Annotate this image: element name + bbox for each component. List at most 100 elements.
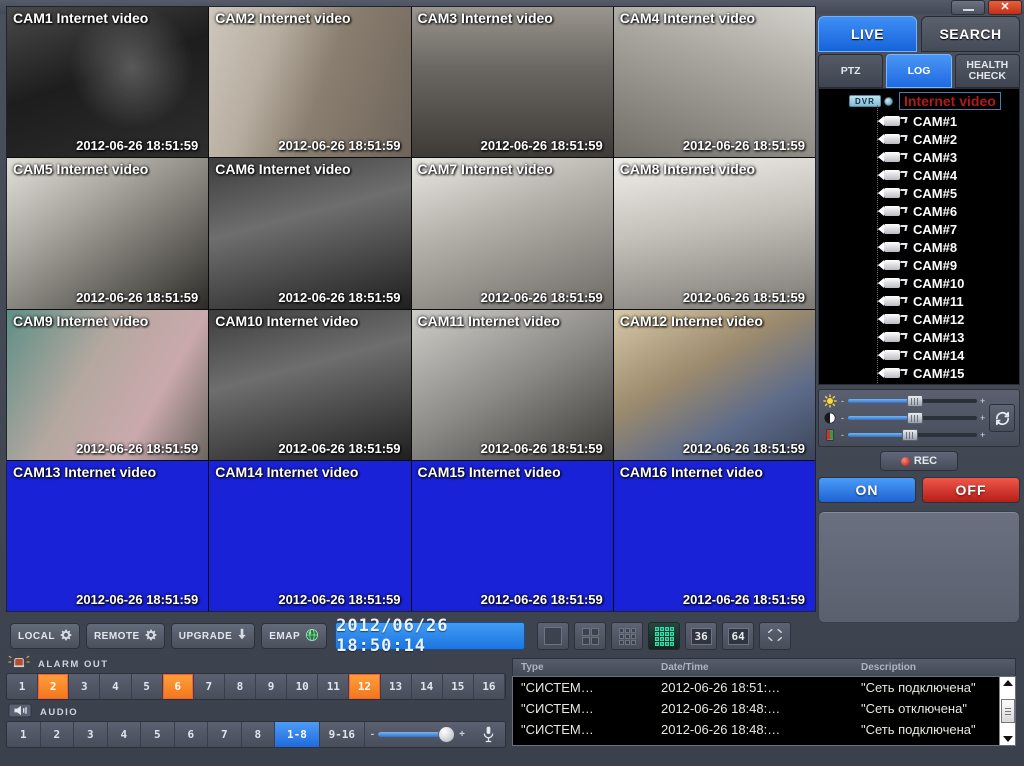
camera-tree-item[interactable]: CAM#15 xyxy=(819,364,1019,382)
audio-channel-7[interactable]: 7 xyxy=(208,722,242,747)
volume-control[interactable]: - + xyxy=(364,722,471,747)
alarm-channel-9[interactable]: 9 xyxy=(256,674,288,699)
minimize-button[interactable] xyxy=(951,0,985,15)
audio-channel-3[interactable]: 3 xyxy=(74,722,108,747)
alarm-channel-15[interactable]: 15 xyxy=(442,674,474,699)
video-cell[interactable]: CAM16 Internet video 2012-06-26 18:51:59 xyxy=(613,460,815,611)
camera-tree-item[interactable]: CAM#16 xyxy=(819,382,1019,385)
alarm-channel-14[interactable]: 14 xyxy=(411,674,443,699)
slider-contrast[interactable]: - + xyxy=(823,410,985,426)
subtab-log[interactable]: LOG xyxy=(886,54,952,88)
video-cell[interactable]: CAM12 Internet video 2012-06-26 18:51:59 xyxy=(613,309,815,460)
video-cell[interactable]: CAM5 Internet video 2012-06-26 18:51:59 xyxy=(7,158,209,309)
video-cell[interactable]: CAM3 Internet video 2012-06-26 18:51:59 xyxy=(411,7,613,158)
speaker-icon[interactable] xyxy=(8,703,32,723)
slider-knob[interactable] xyxy=(901,428,918,441)
slider-track[interactable] xyxy=(848,428,977,441)
on-button[interactable]: ON xyxy=(818,477,916,503)
camera-tree-item[interactable]: CAM#13 xyxy=(819,328,1019,346)
log-column-date[interactable]: Date/Time xyxy=(653,662,853,673)
video-cell[interactable]: CAM4 Internet video 2012-06-26 18:51:59 xyxy=(613,7,815,158)
layout-4-button[interactable] xyxy=(574,622,607,650)
volume-knob[interactable] xyxy=(438,726,456,743)
alarm-channel-13[interactable]: 13 xyxy=(380,674,412,699)
audio-channel-4[interactable]: 4 xyxy=(107,722,141,747)
slider-track[interactable] xyxy=(848,411,977,424)
layout-64-button[interactable]: 64 xyxy=(722,622,755,650)
video-cell[interactable]: CAM13 Internet video 2012-06-26 18:51:59 xyxy=(7,460,209,611)
slider-minus[interactable]: - xyxy=(840,430,845,440)
rec-button[interactable]: REC xyxy=(880,451,958,471)
slider-knob[interactable] xyxy=(907,395,924,408)
layout-fullscreen-button[interactable] xyxy=(759,622,792,650)
dvr-node[interactable]: DVR xyxy=(849,95,893,107)
layout-1-button[interactable] xyxy=(537,622,570,650)
camera-tree[interactable]: DVR Internet video CAM#1 CAM#2 CAM#3 CAM#4 C… xyxy=(818,88,1020,385)
video-cell[interactable]: CAM2 Internet video 2012-06-26 18:51:59 xyxy=(209,7,411,158)
ptz-placeholder-panel[interactable] xyxy=(818,511,1020,623)
emap-button[interactable]: EMAP xyxy=(261,623,328,649)
log-body[interactable]: "СИСТЕМ… 2012-06-26 18:51:… "Сеть подключе… xyxy=(512,676,1016,746)
log-column-type[interactable]: Type xyxy=(513,662,653,673)
video-cell[interactable]: CAM9 Internet video 2012-06-26 18:51:59 xyxy=(7,309,209,460)
volume-plus[interactable]: + xyxy=(459,729,465,740)
alarm-channel-6[interactable]: 6 xyxy=(162,674,194,699)
scroll-down-icon[interactable] xyxy=(1002,736,1013,742)
tab-search[interactable]: SEARCH xyxy=(921,16,1020,52)
camera-tree-item[interactable]: CAM#3 xyxy=(819,148,1019,166)
log-scrollbar[interactable] xyxy=(999,677,1015,745)
dvr-title[interactable]: Internet video xyxy=(899,92,1001,110)
reset-icon[interactable] xyxy=(989,404,1015,432)
audio-channel-5[interactable]: 5 xyxy=(141,722,175,747)
video-grid[interactable]: CAM1 Internet video 2012-06-26 18:51:59 CA… xyxy=(6,6,816,612)
slider-plus[interactable]: + xyxy=(980,430,985,440)
audio-bank-low[interactable]: 1-8 xyxy=(275,722,320,747)
video-cell[interactable]: CAM15 Internet video 2012-06-26 18:51:59 xyxy=(411,460,613,611)
video-cell[interactable]: CAM11 Internet video 2012-06-26 18:51:59 xyxy=(411,309,613,460)
video-cell[interactable]: CAM7 Internet video 2012-06-26 18:51:59 xyxy=(411,158,613,309)
audio-channel-2[interactable]: 2 xyxy=(40,722,74,747)
alarm-channel-4[interactable]: 4 xyxy=(100,674,132,699)
volume-minus[interactable]: - xyxy=(371,729,374,740)
alarm-channel-7[interactable]: 7 xyxy=(193,674,225,699)
camera-tree-item[interactable]: CAM#10 xyxy=(819,274,1019,292)
log-row[interactable]: "СИСТЕМ… 2012-06-26 18:48:… "Сеть отключен… xyxy=(513,698,1015,719)
audio-channel-1[interactable]: 1 xyxy=(7,722,41,747)
video-cell[interactable]: CAM8 Internet video 2012-06-26 18:51:59 xyxy=(613,158,815,309)
slider-plus[interactable]: + xyxy=(980,413,985,423)
upgrade-button[interactable]: UPGRADE xyxy=(170,623,256,649)
video-cell[interactable]: CAM14 Internet video 2012-06-26 18:51:59 xyxy=(209,460,411,611)
alarm-channel-3[interactable]: 3 xyxy=(69,674,101,699)
layout-9-button[interactable] xyxy=(611,622,644,650)
alarm-channel-2[interactable]: 2 xyxy=(38,674,70,699)
subtab-health-check[interactable]: HEALTH CHECK xyxy=(954,54,1020,88)
layout-16-button[interactable] xyxy=(648,622,681,650)
camera-tree-item[interactable]: CAM#2 xyxy=(819,130,1019,148)
camera-tree-item[interactable]: CAM#14 xyxy=(819,346,1019,364)
subtab-ptz[interactable]: PTZ xyxy=(818,54,884,88)
slider-color[interactable]: - + xyxy=(823,427,985,443)
alarm-channel-5[interactable]: 5 xyxy=(131,674,163,699)
alarm-channel-1[interactable]: 1 xyxy=(7,674,39,699)
camera-tree-item[interactable]: CAM#12 xyxy=(819,310,1019,328)
log-row[interactable]: "СИСТЕМ… 2012-06-26 18:51:… "Сеть подключе… xyxy=(513,677,1015,698)
alarm-channel-16[interactable]: 16 xyxy=(473,674,505,699)
layout-36-button[interactable]: 36 xyxy=(685,622,718,650)
local-button[interactable]: LOCAL xyxy=(10,623,80,649)
slider-track[interactable] xyxy=(848,395,977,408)
scroll-thumb[interactable] xyxy=(1000,699,1015,723)
audio-bank-high[interactable]: 9-16 xyxy=(319,722,365,747)
slider-brightness[interactable]: - + xyxy=(823,393,985,409)
microphone-icon[interactable] xyxy=(471,722,505,747)
camera-tree-item[interactable]: CAM#7 xyxy=(819,220,1019,238)
camera-tree-item[interactable]: CAM#6 xyxy=(819,202,1019,220)
camera-tree-item[interactable]: CAM#11 xyxy=(819,292,1019,310)
volume-track[interactable] xyxy=(378,726,456,743)
camera-tree-item[interactable]: CAM#1 xyxy=(819,112,1019,130)
camera-tree-item[interactable]: CAM#8 xyxy=(819,238,1019,256)
off-button[interactable]: OFF xyxy=(922,477,1020,503)
video-cell[interactable]: CAM10 Internet video 2012-06-26 18:51:59 xyxy=(209,309,411,460)
camera-tree-item[interactable]: CAM#9 xyxy=(819,256,1019,274)
remote-button[interactable]: REMOTE xyxy=(85,623,165,649)
alarm-channel-11[interactable]: 11 xyxy=(318,674,350,699)
